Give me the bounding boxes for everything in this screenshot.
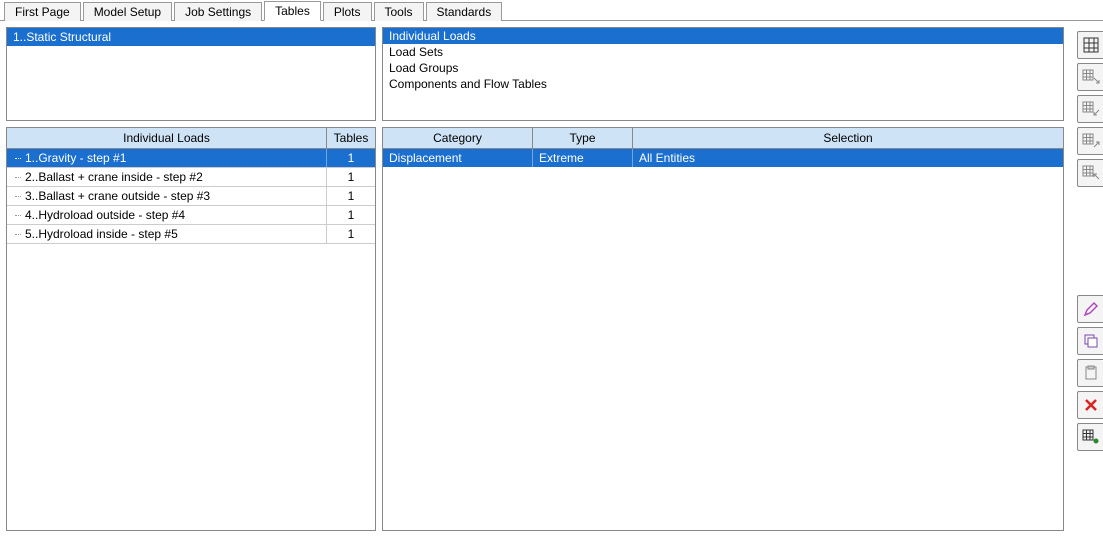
tab-job-settings[interactable]: Job Settings bbox=[174, 2, 262, 21]
grid-arrow2-icon bbox=[1082, 101, 1100, 117]
tab-label: Tools bbox=[385, 5, 413, 19]
cell-count: 1 bbox=[327, 225, 375, 243]
tab-plots[interactable]: Plots bbox=[323, 2, 372, 21]
grid-sparkle-button[interactable] bbox=[1077, 423, 1103, 451]
table-header: Category Type Selection bbox=[383, 128, 1063, 149]
cell-selection: All Entities bbox=[633, 149, 1063, 167]
tab-label: First Page bbox=[15, 5, 70, 19]
grid-button[interactable] bbox=[1077, 31, 1103, 59]
table-header: Individual Loads Tables bbox=[7, 128, 375, 149]
list-item-label: Components and Flow Tables bbox=[389, 77, 547, 91]
grid-arrow1-button[interactable] bbox=[1077, 63, 1103, 91]
cell-type: Extreme bbox=[533, 149, 633, 167]
cell-label: 2..Ballast + crane inside - step #2 bbox=[7, 168, 327, 186]
grid-sparkle-icon bbox=[1082, 429, 1100, 445]
grid-arrow3-icon bbox=[1082, 133, 1100, 149]
tab-standards[interactable]: Standards bbox=[426, 2, 503, 21]
cell-category: Displacement bbox=[383, 149, 533, 167]
table-row[interactable]: 4..Hydroload outside - step #4 1 bbox=[7, 206, 375, 225]
grid-arrow2-button[interactable] bbox=[1077, 95, 1103, 123]
tab-label: Model Setup bbox=[94, 5, 161, 19]
tab-label: Tables bbox=[275, 4, 310, 18]
cell-label: 3..Ballast + crane outside - step #3 bbox=[7, 187, 327, 205]
tab-label: Job Settings bbox=[185, 5, 251, 19]
delete-button[interactable] bbox=[1077, 391, 1103, 419]
tab-model-setup[interactable]: Model Setup bbox=[83, 2, 172, 21]
details-table[interactable]: Category Type Selection Displacement Ext… bbox=[382, 127, 1064, 531]
copy-button[interactable] bbox=[1077, 327, 1103, 355]
list-item[interactable]: Load Groups bbox=[383, 60, 1063, 76]
col-header-type: Type bbox=[533, 128, 633, 148]
col-header-category: Category bbox=[383, 128, 533, 148]
cell-count: 1 bbox=[327, 149, 375, 167]
list-item-label: 1..Static Structural bbox=[13, 30, 111, 44]
cell-label: 4..Hydroload outside - step #4 bbox=[7, 206, 327, 224]
list-item-label: Individual Loads bbox=[389, 29, 476, 43]
tab-tools[interactable]: Tools bbox=[374, 2, 424, 21]
loads-table[interactable]: Individual Loads Tables 1..Gravity - ste… bbox=[6, 127, 376, 531]
category-list[interactable]: Individual Loads Load Sets Load Groups C… bbox=[382, 27, 1064, 121]
list-item-label: Load Groups bbox=[389, 61, 458, 75]
grid-icon bbox=[1083, 37, 1099, 53]
grid-arrow3-button[interactable] bbox=[1077, 127, 1103, 155]
list-item[interactable]: 1..Static Structural bbox=[7, 28, 375, 46]
tab-label: Standards bbox=[437, 5, 492, 19]
cell-count: 1 bbox=[327, 187, 375, 205]
cell-count: 1 bbox=[327, 168, 375, 186]
col-header-loads: Individual Loads bbox=[7, 128, 327, 148]
pencil-icon bbox=[1083, 301, 1099, 317]
paste-icon bbox=[1083, 365, 1099, 381]
side-toolbar bbox=[1070, 27, 1103, 531]
delete-icon bbox=[1084, 398, 1098, 412]
table-row[interactable]: 5..Hydroload inside - step #5 1 bbox=[7, 225, 375, 244]
table-row[interactable]: 3..Ballast + crane outside - step #3 1 bbox=[7, 187, 375, 206]
grid-arrow4-button[interactable] bbox=[1077, 159, 1103, 187]
tab-first-page[interactable]: First Page bbox=[4, 2, 81, 21]
cell-label: 5..Hydroload inside - step #5 bbox=[7, 225, 327, 243]
analysis-list[interactable]: 1..Static Structural bbox=[6, 27, 376, 121]
list-item-label: Load Sets bbox=[389, 45, 443, 59]
table-row[interactable]: 2..Ballast + crane inside - step #2 1 bbox=[7, 168, 375, 187]
paste-button[interactable] bbox=[1077, 359, 1103, 387]
table-row[interactable]: 1..Gravity - step #1 1 bbox=[7, 149, 375, 168]
table-row[interactable]: Displacement Extreme All Entities bbox=[383, 149, 1063, 167]
edit-button[interactable] bbox=[1077, 295, 1103, 323]
tab-label: Plots bbox=[334, 5, 361, 19]
tab-tables[interactable]: Tables bbox=[264, 1, 321, 21]
list-item[interactable]: Load Sets bbox=[383, 44, 1063, 60]
col-header-selection: Selection bbox=[633, 128, 1063, 148]
copy-icon bbox=[1083, 333, 1099, 349]
list-item[interactable]: Individual Loads bbox=[383, 28, 1063, 44]
cell-label: 1..Gravity - step #1 bbox=[7, 149, 327, 167]
cell-count: 1 bbox=[327, 206, 375, 224]
grid-arrow1-icon bbox=[1082, 69, 1100, 85]
grid-arrow4-icon bbox=[1082, 165, 1100, 181]
col-header-tables: Tables bbox=[327, 128, 375, 148]
list-item[interactable]: Components and Flow Tables bbox=[383, 76, 1063, 92]
tab-strip: First Page Model Setup Job Settings Tabl… bbox=[0, 0, 1103, 21]
